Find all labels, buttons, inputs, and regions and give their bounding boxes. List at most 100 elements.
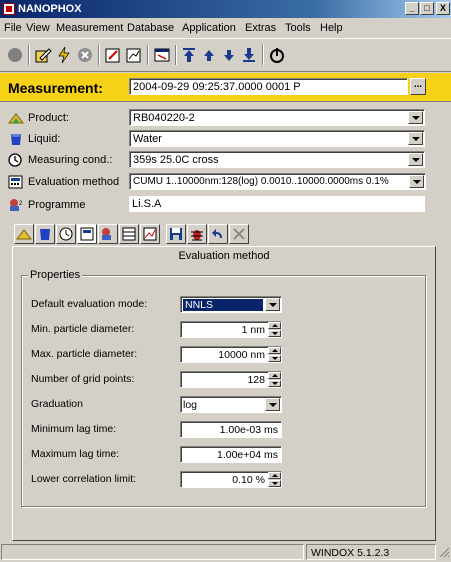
window-icon[interactable] xyxy=(153,46,171,64)
menu-measurement[interactable]: Measurement xyxy=(56,22,123,34)
panel-header: Evaluation method xyxy=(178,250,270,262)
spin-up-icon[interactable] xyxy=(268,347,281,354)
tab-graph-icon[interactable] xyxy=(140,224,160,244)
edit2-icon[interactable] xyxy=(104,46,122,64)
default-evaluation-mode-select[interactable]: NNLS xyxy=(180,296,282,313)
spin-down-icon[interactable] xyxy=(268,355,281,362)
close-button[interactable]: X xyxy=(436,2,450,15)
toolbar-separator xyxy=(175,45,177,65)
spin-up-icon[interactable] xyxy=(268,372,281,379)
graduation-dropdown-button[interactable] xyxy=(265,398,280,411)
clock-icon xyxy=(8,153,24,167)
bug-icon[interactable] xyxy=(187,224,207,244)
cancel-icon[interactable] xyxy=(229,224,249,244)
toolbar-separator xyxy=(98,45,100,65)
menu-file[interactable]: File xyxy=(4,22,22,34)
record-icon[interactable] xyxy=(6,46,24,64)
liquid-icon xyxy=(8,132,24,146)
spin-down-icon[interactable] xyxy=(268,330,281,337)
spin-down-icon[interactable] xyxy=(268,480,281,487)
spin-up-icon[interactable] xyxy=(268,472,281,479)
menu-database[interactable]: Database xyxy=(127,22,174,34)
tab-evaluation-icon[interactable] xyxy=(77,224,97,244)
undo-icon[interactable] xyxy=(208,224,228,244)
liquid-value: Water xyxy=(133,133,162,145)
number-of-grid-points-input[interactable]: 128 xyxy=(180,371,282,388)
measuring-cond-select[interactable]: 359s 25.0C cross xyxy=(129,151,425,168)
edit-icon[interactable] xyxy=(34,46,52,64)
minimum-lag-time-input[interactable]: 1.00e-03 ms xyxy=(180,421,282,438)
lower-correlation-limit-spinner[interactable] xyxy=(268,472,281,487)
properties-group: Properties Default evaluation mode: NNLS… xyxy=(21,269,426,507)
menu-application[interactable]: Application xyxy=(182,22,236,34)
tab-clock-icon[interactable] xyxy=(56,224,76,244)
min-particle-diameter-unit: nm xyxy=(250,324,265,336)
measurement-label: Measurement: xyxy=(8,80,103,96)
menu-help[interactable]: Help xyxy=(320,22,343,34)
product-dropdown-button[interactable] xyxy=(408,111,423,124)
power-icon[interactable] xyxy=(268,46,286,64)
evaluation-method-select[interactable]: CUMU 1..10000nm:128(log) 0.0010..10000.0… xyxy=(129,173,426,190)
tab-product-icon[interactable] xyxy=(14,224,34,244)
menu-tools[interactable]: Tools xyxy=(285,22,311,34)
min-particle-diameter-input[interactable]: 1 nm xyxy=(180,321,282,338)
down-arrow-icon[interactable] xyxy=(220,46,238,64)
default-evaluation-mode-value: NNLS xyxy=(183,299,263,311)
lightning-icon[interactable] xyxy=(55,46,73,64)
move-top-icon[interactable] xyxy=(180,46,198,64)
default-evaluation-mode-dropdown-button[interactable] xyxy=(265,298,280,311)
graduation-value: log xyxy=(183,399,198,411)
max-particle-diameter-input[interactable]: 10000 nm xyxy=(180,346,282,363)
number-of-grid-points-spinner[interactable] xyxy=(268,372,281,387)
minimum-lag-time-value: 1.00e-03 xyxy=(219,424,262,436)
product-select[interactable]: RB040220-2 xyxy=(129,109,425,126)
lower-correlation-limit-value: 0.10 xyxy=(232,474,253,486)
measuring-cond-label: Measuring cond.: xyxy=(28,154,113,166)
maximize-button[interactable]: □ xyxy=(420,2,434,15)
app-icon xyxy=(3,3,15,15)
status-version: WINDOX 5.1.2.3 xyxy=(306,544,436,560)
graduation-select[interactable]: log xyxy=(180,396,282,413)
tab-programme-icon[interactable] xyxy=(98,224,118,244)
minimum-lag-time-label: Minimum lag time: xyxy=(31,423,117,435)
tab-liquid-icon[interactable] xyxy=(35,224,55,244)
measurement-browse-button[interactable]: ... xyxy=(410,78,426,95)
maximum-lag-time-input[interactable]: 1.00e+04 ms xyxy=(180,446,282,463)
save-icon[interactable] xyxy=(166,224,186,244)
lower-correlation-limit-input[interactable]: 0.10 % xyxy=(180,471,282,488)
number-of-grid-points-value: 128 xyxy=(247,374,265,386)
liquid-dropdown-button[interactable] xyxy=(408,132,423,145)
graduation-label: Graduation xyxy=(31,398,83,410)
max-particle-diameter-spinner[interactable] xyxy=(268,347,281,362)
maximum-lag-time-value: 1.00e+04 xyxy=(216,449,262,461)
evaluation-method-panel: Evaluation method Properties Default eva… xyxy=(12,246,436,541)
resize-grip-icon[interactable] xyxy=(438,546,450,559)
measuring-cond-dropdown-button[interactable] xyxy=(408,153,423,166)
status-bar: WINDOX 5.1.2.3 xyxy=(0,543,451,560)
evaluation-method-dropdown-button[interactable] xyxy=(409,175,424,188)
tab-table-icon[interactable] xyxy=(119,224,139,244)
toolbar xyxy=(0,38,451,72)
move-bottom-icon[interactable] xyxy=(240,46,258,64)
evaluation-method-value: CUMU 1..10000nm:128(log) 0.0010..10000.0… xyxy=(133,176,389,187)
menu-extras[interactable]: Extras xyxy=(245,22,276,34)
max-particle-diameter-label: Max. particle diameter: xyxy=(31,348,138,360)
lower-correlation-limit-unit: % xyxy=(255,474,265,486)
liquid-select[interactable]: Water xyxy=(129,130,425,147)
spin-up-icon[interactable] xyxy=(268,322,281,329)
programme-label: Programme xyxy=(28,199,86,211)
svg-text:2: 2 xyxy=(19,201,23,207)
evaluation-method-label: Evaluation method xyxy=(28,176,120,188)
chart-icon[interactable] xyxy=(125,46,143,64)
measurement-field[interactable]: 2004-09-29 09:25:37.0000 0001 P xyxy=(129,78,408,95)
calculator-icon xyxy=(8,175,24,189)
menu-view[interactable]: View xyxy=(26,22,50,34)
product-label: Product: xyxy=(28,112,69,124)
spin-down-icon[interactable] xyxy=(268,380,281,387)
title-bar[interactable]: NANOPHOX _ □ X xyxy=(0,0,451,18)
min-particle-diameter-spinner[interactable] xyxy=(268,322,281,337)
stop-icon[interactable] xyxy=(76,46,94,64)
up-arrow-icon[interactable] xyxy=(200,46,218,64)
properties-group-title: Properties xyxy=(28,269,83,281)
minimize-button[interactable]: _ xyxy=(405,2,419,15)
